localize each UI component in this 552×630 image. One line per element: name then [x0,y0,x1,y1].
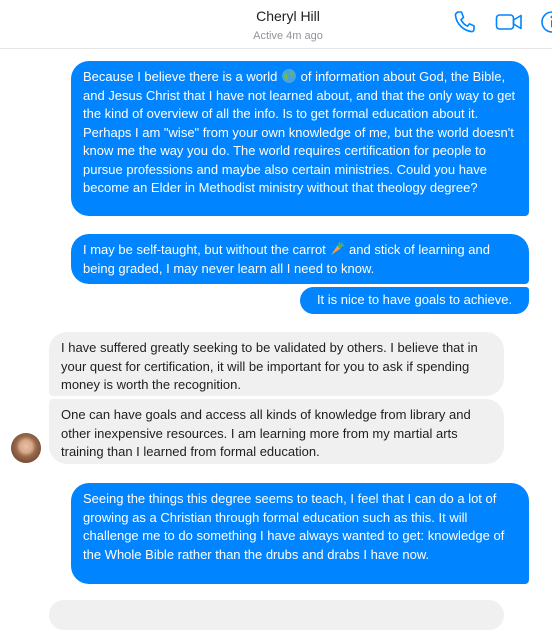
incoming-message[interactable]: I have suffered greatly seeking to be va… [49,332,504,396]
message-text: of information about God, the Bible, and… [83,69,516,195]
carrot-emoji-icon [331,241,345,255]
incoming-message[interactable]: One can have goals and access all kinds … [49,399,504,464]
incoming-message[interactable] [49,600,504,630]
outgoing-message[interactable]: Seeing the things this degree seems to t… [71,483,529,584]
message-text: I have suffered greatly seeking to be va… [61,340,478,392]
message-text: One can have goals and access all kinds … [61,407,471,459]
video-camera-icon[interactable] [495,9,523,35]
contact-avatar[interactable] [11,433,41,463]
outgoing-message[interactable]: I may be self-taught, but without the ca… [71,234,529,284]
conversation-header: Cheryl Hill Active 4m ago [0,0,552,49]
message-text: Because I believe there is a world [83,69,281,84]
message-text: It is nice to have goals to achieve. [316,292,513,307]
info-icon[interactable] [541,9,552,35]
outgoing-message[interactable]: Because I believe there is a world of in… [71,61,529,216]
message-text: Seeing the things this degree seems to t… [83,491,505,562]
phone-icon[interactable] [452,9,476,35]
message-text: I may be self-taught, but without the ca… [83,242,330,257]
globe-emoji-icon [282,69,296,83]
outgoing-message[interactable]: It is nice to have goals to achieve. [300,287,529,314]
